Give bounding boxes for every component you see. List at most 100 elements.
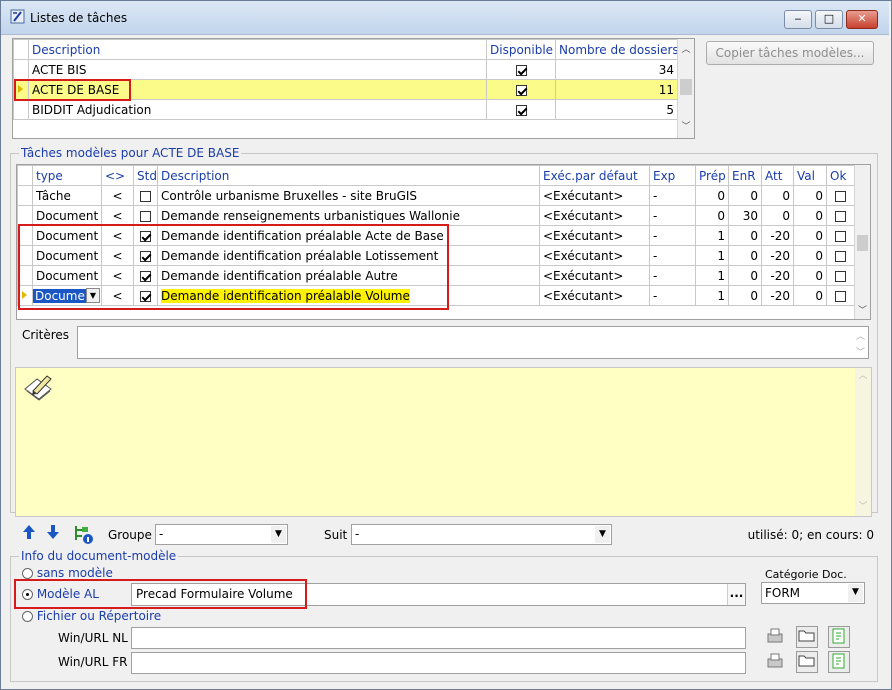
chevron-down-icon[interactable]: ▼ [271,526,286,543]
att-cell[interactable]: -20 [761,265,794,286]
prep-cell[interactable]: 1 [695,245,729,266]
suit-select[interactable]: - ▼ [351,524,612,545]
disponible-cell[interactable] [486,79,556,100]
prep-cell[interactable]: 1 [695,265,729,286]
radio-fichier-indicator[interactable] [22,611,33,622]
std-checkbox[interactable] [140,190,151,202]
enr-cell[interactable]: 0 [728,245,762,266]
executor-cell[interactable]: <Exécutant> [539,205,650,226]
column-header-ok[interactable]: Ok [826,165,855,186]
ok-checkbox[interactable] [835,290,846,302]
exp-cell[interactable]: - [649,285,696,306]
val-cell[interactable]: 0 [793,245,827,266]
copy-models-button[interactable]: Copier tâches modèles... [706,41,874,65]
fr-open-folder-button[interactable] [796,651,818,673]
scroll-up-icon[interactable]: ︿ [678,42,694,55]
description-cell[interactable]: Demande renseignements urbanistiques Wal… [157,205,540,226]
column-header-op[interactable]: <> [101,165,134,186]
table-row[interactable]: BIDDIT Adjudication 5 [13,99,678,120]
val-cell[interactable]: 0 [793,265,827,286]
column-header-executor[interactable]: Exéc.par défaut [539,165,650,186]
radio-sans-modele-label[interactable]: sans modèle [37,566,113,580]
radio-sans-modele-indicator[interactable] [22,568,33,579]
notes-scrollbar[interactable]: ︿ ﹀ [855,368,871,516]
ok-cell[interactable] [826,225,855,246]
enr-cell[interactable]: 0 [728,225,762,246]
column-header-type[interactable]: type [32,165,102,186]
ok-checkbox[interactable] [835,270,846,282]
close-button[interactable]: ✕ [846,10,878,29]
ok-cell[interactable] [826,205,855,226]
ok-checkbox[interactable] [835,190,846,202]
groupe-select[interactable]: - ▼ [155,524,288,545]
exp-cell[interactable]: - [649,265,696,286]
enr-cell[interactable]: 30 [728,205,762,226]
nl-edit-doc-button[interactable] [828,626,850,648]
op-cell[interactable]: < [101,205,134,226]
ok-cell[interactable] [826,245,855,266]
chevron-down-icon[interactable]: ▼ [595,526,610,543]
notes-scroll-up-icon[interactable]: ︿ [855,368,871,381]
att-cell[interactable]: -20 [761,225,794,246]
val-cell[interactable]: 0 [793,285,827,306]
table-row[interactable]: Document < Demande renseignements urbani… [17,205,855,226]
exp-cell[interactable]: - [649,225,696,246]
radio-sans-modele[interactable]: sans modèle [22,566,113,580]
exp-cell[interactable]: - [649,245,696,266]
type-cell[interactable]: Document [32,205,102,226]
executor-cell[interactable]: <Exécutant> [539,245,650,266]
notes-area[interactable]: ︿ ﹀ [15,367,872,517]
executor-cell[interactable]: <Exécutant> [539,225,650,246]
title-bar[interactable] [1,1,889,35]
disponible-cell[interactable] [486,99,556,120]
std-cell[interactable] [133,205,158,226]
column-header-description[interactable]: Description [28,39,487,60]
disponible-checkbox[interactable] [515,64,527,76]
notes-scroll-down-icon[interactable]: ﹀ [855,499,871,512]
category-select[interactable]: FORM ▼ [761,582,865,604]
ok-checkbox[interactable] [835,210,846,222]
task-list-scrollbar[interactable]: ︿ ﹀ [677,39,694,138]
executor-cell[interactable]: <Exécutant> [539,185,650,206]
move-down-button[interactable] [42,524,64,546]
val-cell[interactable]: 0 [793,205,827,226]
column-header-description[interactable]: Description [157,165,540,186]
fr-edit-doc-button[interactable] [828,651,850,673]
disponible-checkbox[interactable] [515,84,527,96]
column-header-att[interactable]: Att [761,165,794,186]
nl-open-folder-button[interactable] [796,626,818,648]
disponible-checkbox[interactable] [515,104,527,116]
scroll-down-icon[interactable]: ﹀ [678,119,694,132]
table-row[interactable]: Tâche < Contrôle urbanisme Bruxelles - s… [17,185,855,206]
type-cell[interactable]: Tâche [32,185,102,206]
win-nl-field[interactable] [131,627,746,649]
column-header-exp[interactable]: Exp [649,165,696,186]
column-header-nombre-dossiers[interactable]: Nombre de dossiers [555,39,678,60]
maximize-button[interactable]: □ [815,10,843,29]
criteria-field[interactable]: ︿ ﹀ [77,326,869,359]
executor-cell[interactable]: <Exécutant> [539,265,650,286]
executor-cell[interactable]: <Exécutant> [539,285,650,306]
scroll-thumb[interactable] [680,79,692,95]
enr-cell[interactable]: 0 [728,265,762,286]
prep-cell[interactable]: 0 [695,205,729,226]
models-scrollbar[interactable]: ﹀ [854,165,870,319]
enr-cell[interactable]: 0 [728,285,762,306]
fr-print-button[interactable] [764,651,786,673]
std-cell[interactable] [133,185,158,206]
val-cell[interactable]: 0 [793,185,827,206]
prep-cell[interactable]: 1 [695,225,729,246]
ok-cell[interactable] [826,285,855,306]
move-up-button[interactable] [18,524,40,546]
att-cell[interactable]: -20 [761,285,794,306]
task-list-description[interactable]: BIDDIT Adjudication [28,99,487,120]
column-header-enr[interactable]: EnR [728,165,762,186]
scroll-down-icon[interactable]: ﹀ [855,303,870,316]
ok-checkbox[interactable] [835,250,846,262]
radio-fichier-label[interactable]: Fichier ou Répertoire [37,609,161,623]
std-checkbox[interactable] [140,210,151,222]
column-header-disponible[interactable]: Disponible [486,39,556,60]
disponible-cell[interactable] [486,59,556,80]
ok-cell[interactable] [826,265,855,286]
prep-cell[interactable]: 1 [695,285,729,306]
